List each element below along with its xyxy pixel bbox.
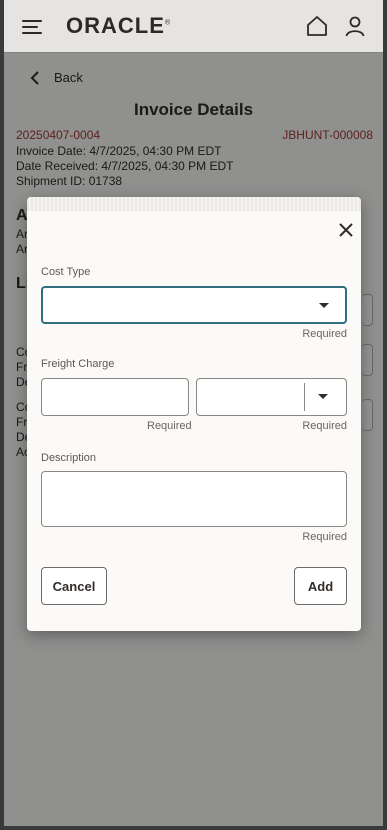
required-hint: Required xyxy=(147,420,192,432)
cancel-button[interactable]: Cancel xyxy=(41,567,107,605)
add-button[interactable]: Add xyxy=(294,567,347,605)
freight-amount-input[interactable] xyxy=(41,378,189,416)
description-textarea[interactable] xyxy=(41,471,347,527)
freight-charge-label: Freight Charge xyxy=(41,358,115,370)
add-cost-dialog: Cost Type Required Freight Charge Requir… xyxy=(27,197,361,631)
required-hint: Required xyxy=(302,531,347,543)
header-scrim xyxy=(4,0,383,52)
caret-down-icon xyxy=(318,394,328,399)
caret-down-icon xyxy=(319,303,329,308)
currency-select[interactable] xyxy=(196,378,347,416)
cost-type-label: Cost Type xyxy=(41,266,91,278)
description-label: Description xyxy=(41,452,97,464)
select-divider xyxy=(304,383,305,411)
dialog-edge xyxy=(27,197,361,211)
required-hint: Required xyxy=(302,328,347,340)
close-icon[interactable] xyxy=(335,219,357,241)
app-frame: ORACLE® Back Invoice Details 20250407-00… xyxy=(4,0,383,826)
required-hint: Required xyxy=(302,420,347,432)
cost-type-select[interactable] xyxy=(41,286,347,324)
